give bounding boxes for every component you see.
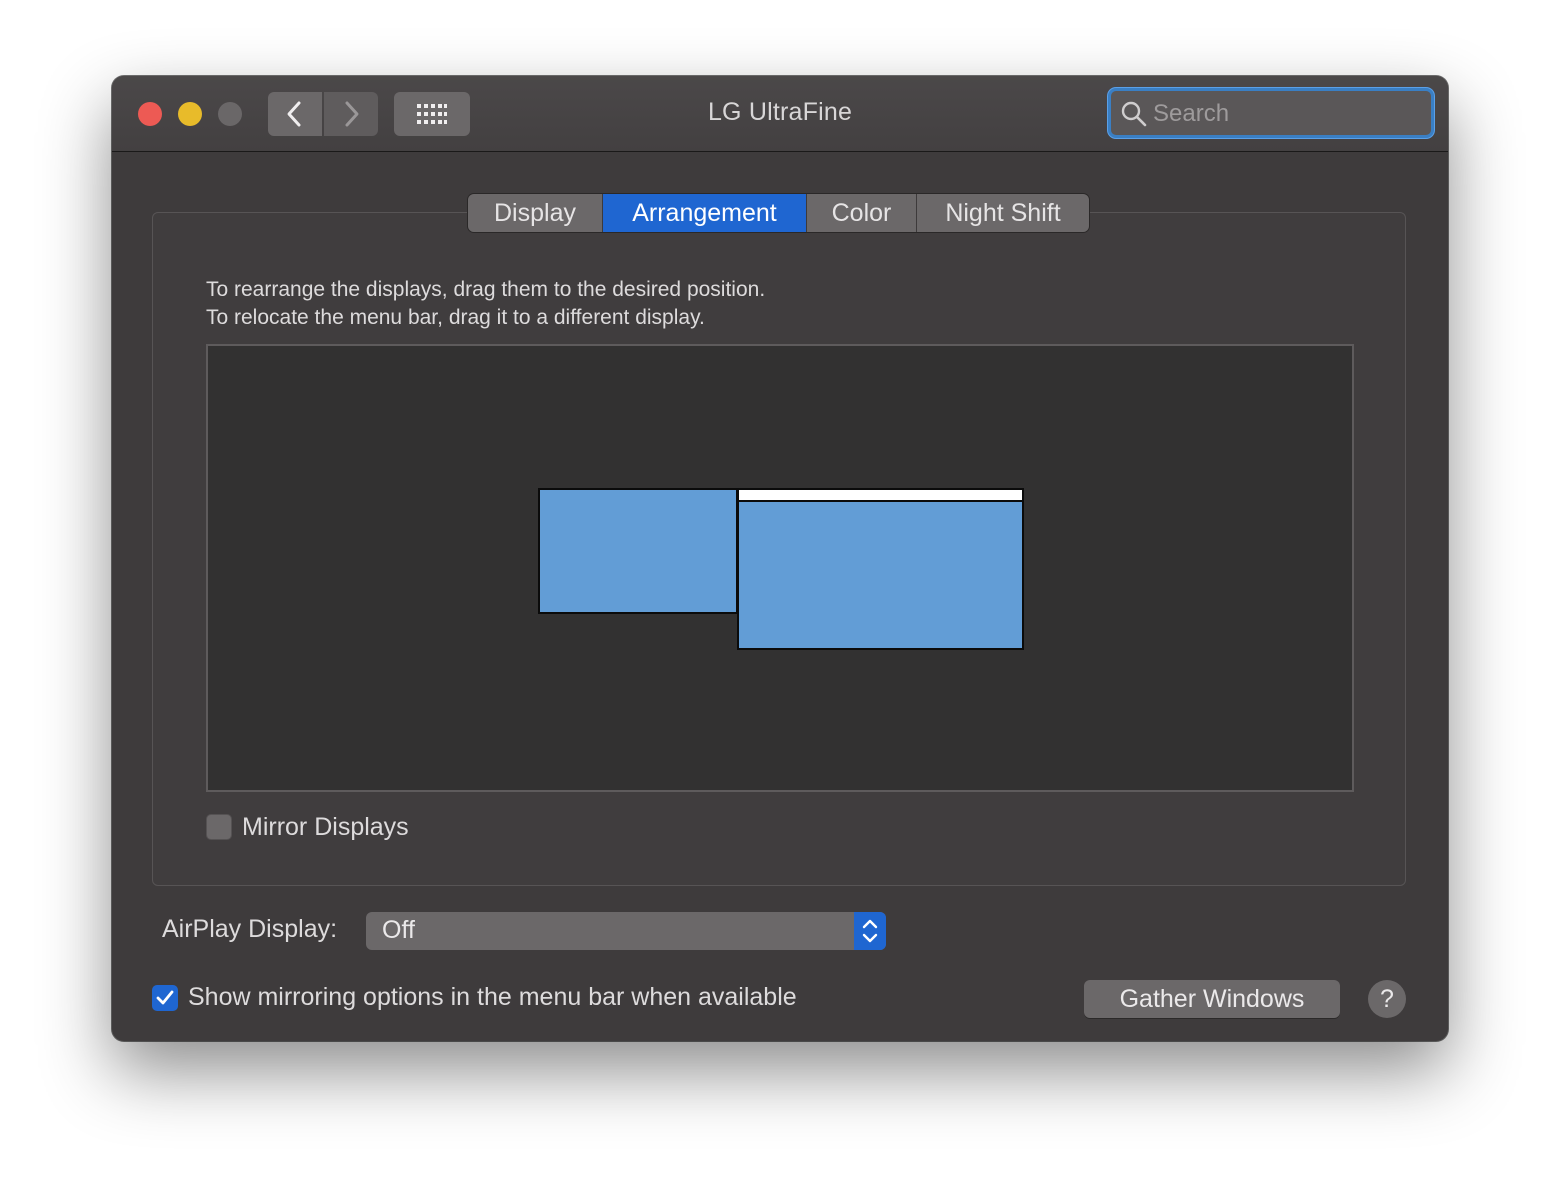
mirror-displays-checkbox[interactable] (206, 814, 232, 840)
instructions: To rearrange the displays, drag them to … (206, 276, 765, 332)
display-arrangement-area (206, 344, 1354, 792)
airplay-popup[interactable]: Off (366, 912, 886, 950)
tab-display[interactable]: Display (468, 194, 603, 232)
tab-color[interactable]: Color (807, 194, 917, 232)
preferences-window: LG UltraFine Display Arrangement Color N… (112, 76, 1448, 1041)
show-mirroring-label: Show mirroring options in the menu bar w… (188, 983, 797, 1011)
search-input[interactable] (1151, 91, 1425, 137)
display-main[interactable] (737, 488, 1024, 650)
tab-night-shift[interactable]: Night Shift (917, 194, 1089, 232)
checkmark-icon (156, 990, 174, 1005)
instruction-line-1: To rearrange the displays, drag them to … (206, 278, 766, 301)
search-icon (1121, 101, 1147, 127)
gather-windows-button[interactable]: Gather Windows (1084, 980, 1340, 1018)
popup-stepper[interactable] (854, 912, 886, 950)
menu-bar-handle[interactable] (739, 490, 1022, 502)
help-button[interactable]: ? (1368, 980, 1406, 1018)
airplay-label: AirPlay Display: (162, 915, 338, 943)
up-down-arrows-icon (862, 919, 878, 943)
airplay-value: Off (382, 916, 415, 944)
show-mirroring-checkbox[interactable] (152, 985, 178, 1011)
tab-arrangement[interactable]: Arrangement (603, 194, 807, 232)
instruction-line-2: To relocate the menu bar, drag it to a d… (206, 306, 705, 329)
search-field[interactable] (1108, 88, 1434, 138)
display-secondary[interactable] (538, 488, 738, 614)
tab-bar: Display Arrangement Color Night Shift (468, 194, 1089, 232)
title-bar: LG UltraFine (112, 76, 1448, 152)
mirror-displays-label: Mirror Displays (242, 813, 409, 841)
